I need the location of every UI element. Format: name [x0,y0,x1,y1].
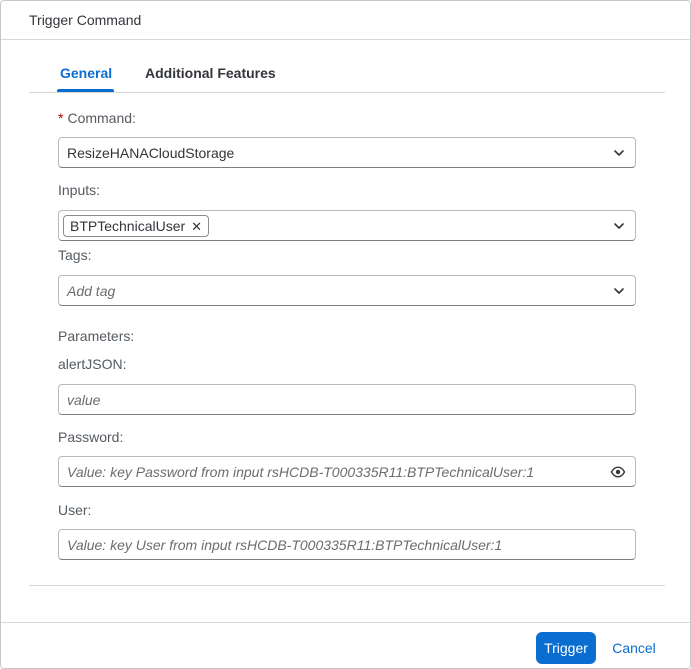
inputs-label: Inputs: [58,182,101,198]
user-label: User: [58,502,92,518]
input-token[interactable]: BTPTechnicalUser ✕ [63,215,210,237]
close-icon[interactable]: ✕ [191,220,202,233]
chevron-down-icon[interactable] [612,284,626,298]
user-placeholder: Value: key User from input rsHCDB-T00033… [67,537,503,553]
trigger-command-dialog: Trigger Command General Additional Featu… [0,0,691,669]
tab-additional-features[interactable]: Additional Features [145,65,276,81]
command-value: ResizeHANACloudStorage [67,145,235,161]
inputs-multi-combobox[interactable]: BTPTechnicalUser ✕ [58,210,636,241]
dialog-header: Trigger Command [1,1,690,40]
required-marker: * [58,110,64,126]
selected-tab-indicator [57,89,114,92]
tags-combobox[interactable]: Add tag [58,275,636,306]
command-label: Command: [67,110,136,126]
chevron-down-icon[interactable] [612,219,626,233]
command-select[interactable]: ResizeHANACloudStorage [58,137,636,168]
tab-bar: General Additional Features [29,59,665,93]
trigger-button[interactable]: Trigger [536,632,596,664]
input-token-label: BTPTechnicalUser [70,218,186,234]
alertjson-label: alertJSON: [58,356,127,372]
alertjson-placeholder: value [67,392,101,408]
password-label: Password: [58,429,124,445]
command-label-wrapper: * Command: [58,110,136,126]
dialog-footer: Trigger Cancel [1,622,690,668]
cancel-button[interactable]: Cancel [604,632,664,664]
eye-icon[interactable] [610,464,626,480]
password-input[interactable]: Value: key Password from input rsHCDB-T0… [58,456,636,487]
tab-general[interactable]: General [60,65,112,81]
parameters-label: Parameters: [58,328,135,344]
password-placeholder: Value: key Password from input rsHCDB-T0… [67,464,535,480]
content-divider [29,585,665,586]
tags-placeholder: Add tag [67,283,116,299]
user-input[interactable]: Value: key User from input rsHCDB-T00033… [58,529,636,560]
dialog-title: Trigger Command [29,12,142,28]
chevron-down-icon[interactable] [612,146,626,160]
tags-label: Tags: [58,247,92,263]
alertjson-input[interactable]: value [58,384,636,415]
